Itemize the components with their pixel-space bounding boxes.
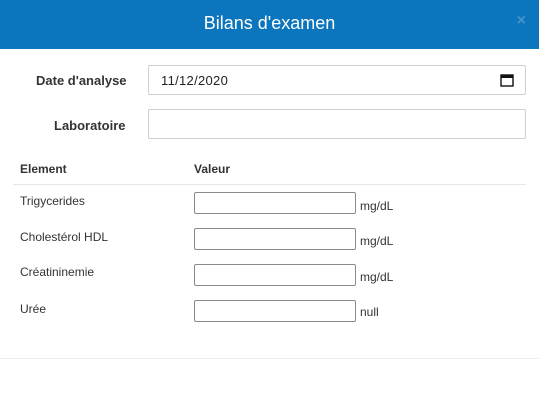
calendar-icon[interactable] [500,73,514,87]
row-label-creatininemie: Créatininemie [20,265,95,279]
row-label-triglycerides: Trigycerides [20,194,85,208]
footer-divider [0,358,539,359]
row-label-cholesterol-hdl: Cholestérol HDL [20,230,109,244]
dialog-header: Bilans d'examen × [0,0,539,49]
close-icon: × [516,12,526,29]
unit-label-cholesterol-hdl: mg/dL [360,234,394,248]
date-input[interactable]: 11/12/2020 [148,65,526,95]
unit-label-triglycerides: mg/dL [360,199,394,213]
unit-label-uree: null [360,305,379,319]
dialog-title: Bilans d'examen [203,13,336,33]
unit-label-creatininemie: mg/dL [360,270,394,284]
table-divider [13,184,526,185]
column-header-value: Valeur [194,162,231,176]
value-input-cholesterol-hdl[interactable] [194,228,356,250]
close-button[interactable]: × [517,11,526,31]
value-input-uree[interactable] [194,300,356,322]
value-input-creatininemie[interactable] [194,264,356,286]
laboratory-input[interactable] [148,109,526,139]
column-header-element: Element [20,162,67,176]
date-value: 11/12/2020 [161,73,229,88]
date-label: Date d'analyse [36,73,127,88]
row-label-uree: Urée [20,302,47,316]
laboratory-label: Laboratoire [54,118,126,133]
value-input-triglycerides[interactable] [194,192,356,214]
